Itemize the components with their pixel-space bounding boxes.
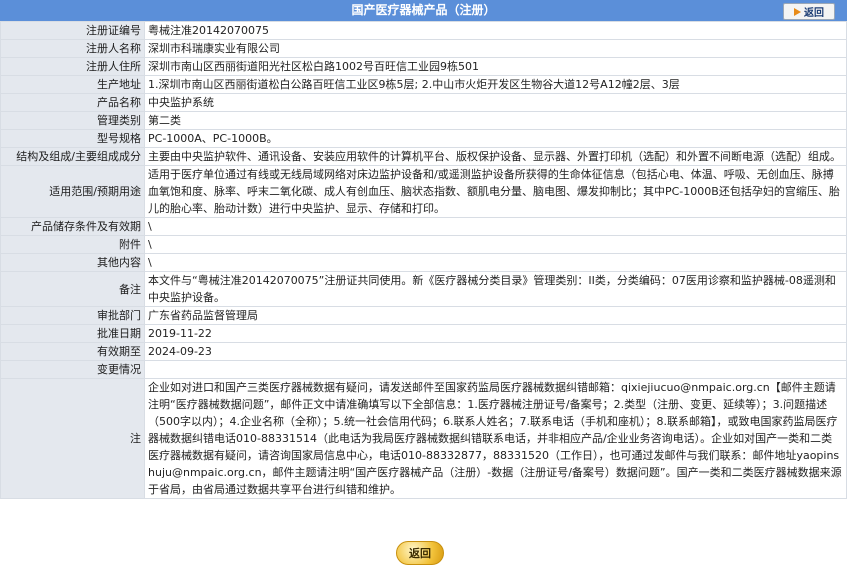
table-row: 产品储存条件及有效期 \ — [0, 217, 847, 236]
field-label: 其他内容 — [0, 253, 145, 272]
table-row: 管理类别 第二类 — [0, 111, 847, 130]
table-row: 注册证编号 粤械注准20142070075 — [0, 21, 847, 40]
field-value — [144, 360, 847, 379]
field-value: 适用于医疗单位通过有线或无线局域网络对床边监护设备和/或遥测监护设备所获得的生命… — [144, 165, 847, 218]
table-row: 生产地址 1.深圳市南山区西丽街道松白公路百旺信工业区9栋5层; 2.中山市火炬… — [0, 75, 847, 94]
field-label: 批准日期 — [0, 324, 145, 343]
field-value: 第二类 — [144, 111, 847, 130]
field-value: 企业如对进口和国产三类医疗器械数据有疑问，请发送邮件至国家药监局医疗器械数据纠错… — [144, 378, 847, 499]
table-row: 附件 \ — [0, 235, 847, 254]
field-label: 结构及组成/主要组成成分 — [0, 147, 145, 166]
field-value: 粤械注准20142070075 — [144, 21, 847, 40]
table-row: 注册人住所 深圳市南山区西丽街道阳光社区松白路1002号百旺信工业园9栋501 — [0, 57, 847, 76]
field-value: \ — [144, 235, 847, 254]
field-value: 主要由中央监护软件、通讯设备、安装应用软件的计算机平台、版权保护设备、显示器、外… — [144, 147, 847, 166]
page: 国产医疗器械产品（注册） 返回 注册证编号 粤械注准20142070075 注册… — [0, 0, 850, 571]
field-label: 附件 — [0, 235, 145, 254]
table-row: 适用范围/预期用途 适用于医疗单位通过有线或无线局域网络对床边监护设备和/或遥测… — [0, 165, 847, 218]
field-value: \ — [144, 217, 847, 236]
title-bar: 国产医疗器械产品（注册） 返回 — [0, 0, 847, 22]
back-button-bottom[interactable]: 返回 — [396, 541, 444, 565]
field-value: 2019-11-22 — [144, 324, 847, 343]
field-label: 型号规格 — [0, 129, 145, 148]
field-value: 深圳市科瑞康实业有限公司 — [144, 39, 847, 58]
field-label: 管理类别 — [0, 111, 145, 130]
field-label: 注 — [0, 378, 145, 499]
field-value: 深圳市南山区西丽街道阳光社区松白路1002号百旺信工业园9栋501 — [144, 57, 847, 76]
field-label: 产品名称 — [0, 93, 145, 112]
field-value: 广东省药品监督管理局 — [144, 306, 847, 325]
field-label: 生产地址 — [0, 75, 145, 94]
table-row: 备注 本文件与“粤械注准20142070075”注册证共同使用。新《医疗器械分类… — [0, 271, 847, 307]
field-label: 备注 — [0, 271, 145, 307]
page-title: 国产医疗器械产品（注册） — [351, 3, 496, 17]
table-row: 有效期至 2024-09-23 — [0, 342, 847, 361]
field-label: 有效期至 — [0, 342, 145, 361]
field-value: 中央监护系统 — [144, 93, 847, 112]
table-row: 变更情况 — [0, 360, 847, 379]
table-row: 批准日期 2019-11-22 — [0, 324, 847, 343]
table-row: 审批部门 广东省药品监督管理局 — [0, 306, 847, 325]
table-row: 其他内容 \ — [0, 253, 847, 272]
table-row: 型号规格 PC-1000A、PC-1000B。 — [0, 129, 847, 148]
field-value: PC-1000A、PC-1000B。 — [144, 129, 847, 148]
back-button-label: 返回 — [804, 8, 824, 19]
field-label: 变更情况 — [0, 360, 145, 379]
back-button-top[interactable]: 返回 — [783, 3, 835, 20]
field-label: 适用范围/预期用途 — [0, 165, 145, 218]
field-value: 本文件与“粤械注准20142070075”注册证共同使用。新《医疗器械分类目录》… — [144, 271, 847, 307]
field-label: 注册证编号 — [0, 21, 145, 40]
table-row: 注册人名称 深圳市科瑞康实业有限公司 — [0, 39, 847, 58]
table-row: 结构及组成/主要组成成分 主要由中央监护软件、通讯设备、安装应用软件的计算机平台… — [0, 147, 847, 166]
field-value: \ — [144, 253, 847, 272]
back-button-bottom-label: 返回 — [409, 547, 431, 560]
field-label: 产品储存条件及有效期 — [0, 217, 145, 236]
detail-table: 注册证编号 粤械注准20142070075 注册人名称 深圳市科瑞康实业有限公司… — [0, 21, 847, 499]
field-label: 注册人住所 — [0, 57, 145, 76]
field-value: 1.深圳市南山区西丽街道松白公路百旺信工业区9栋5层; 2.中山市火炬开发区生物… — [144, 75, 847, 94]
field-label: 审批部门 — [0, 306, 145, 325]
table-row: 产品名称 中央监护系统 — [0, 93, 847, 112]
arrow-right-icon — [794, 7, 801, 16]
table-row: 注 企业如对进口和国产三类医疗器械数据有疑问，请发送邮件至国家药监局医疗器械数据… — [0, 378, 847, 499]
field-label: 注册人名称 — [0, 39, 145, 58]
field-value: 2024-09-23 — [144, 342, 847, 361]
